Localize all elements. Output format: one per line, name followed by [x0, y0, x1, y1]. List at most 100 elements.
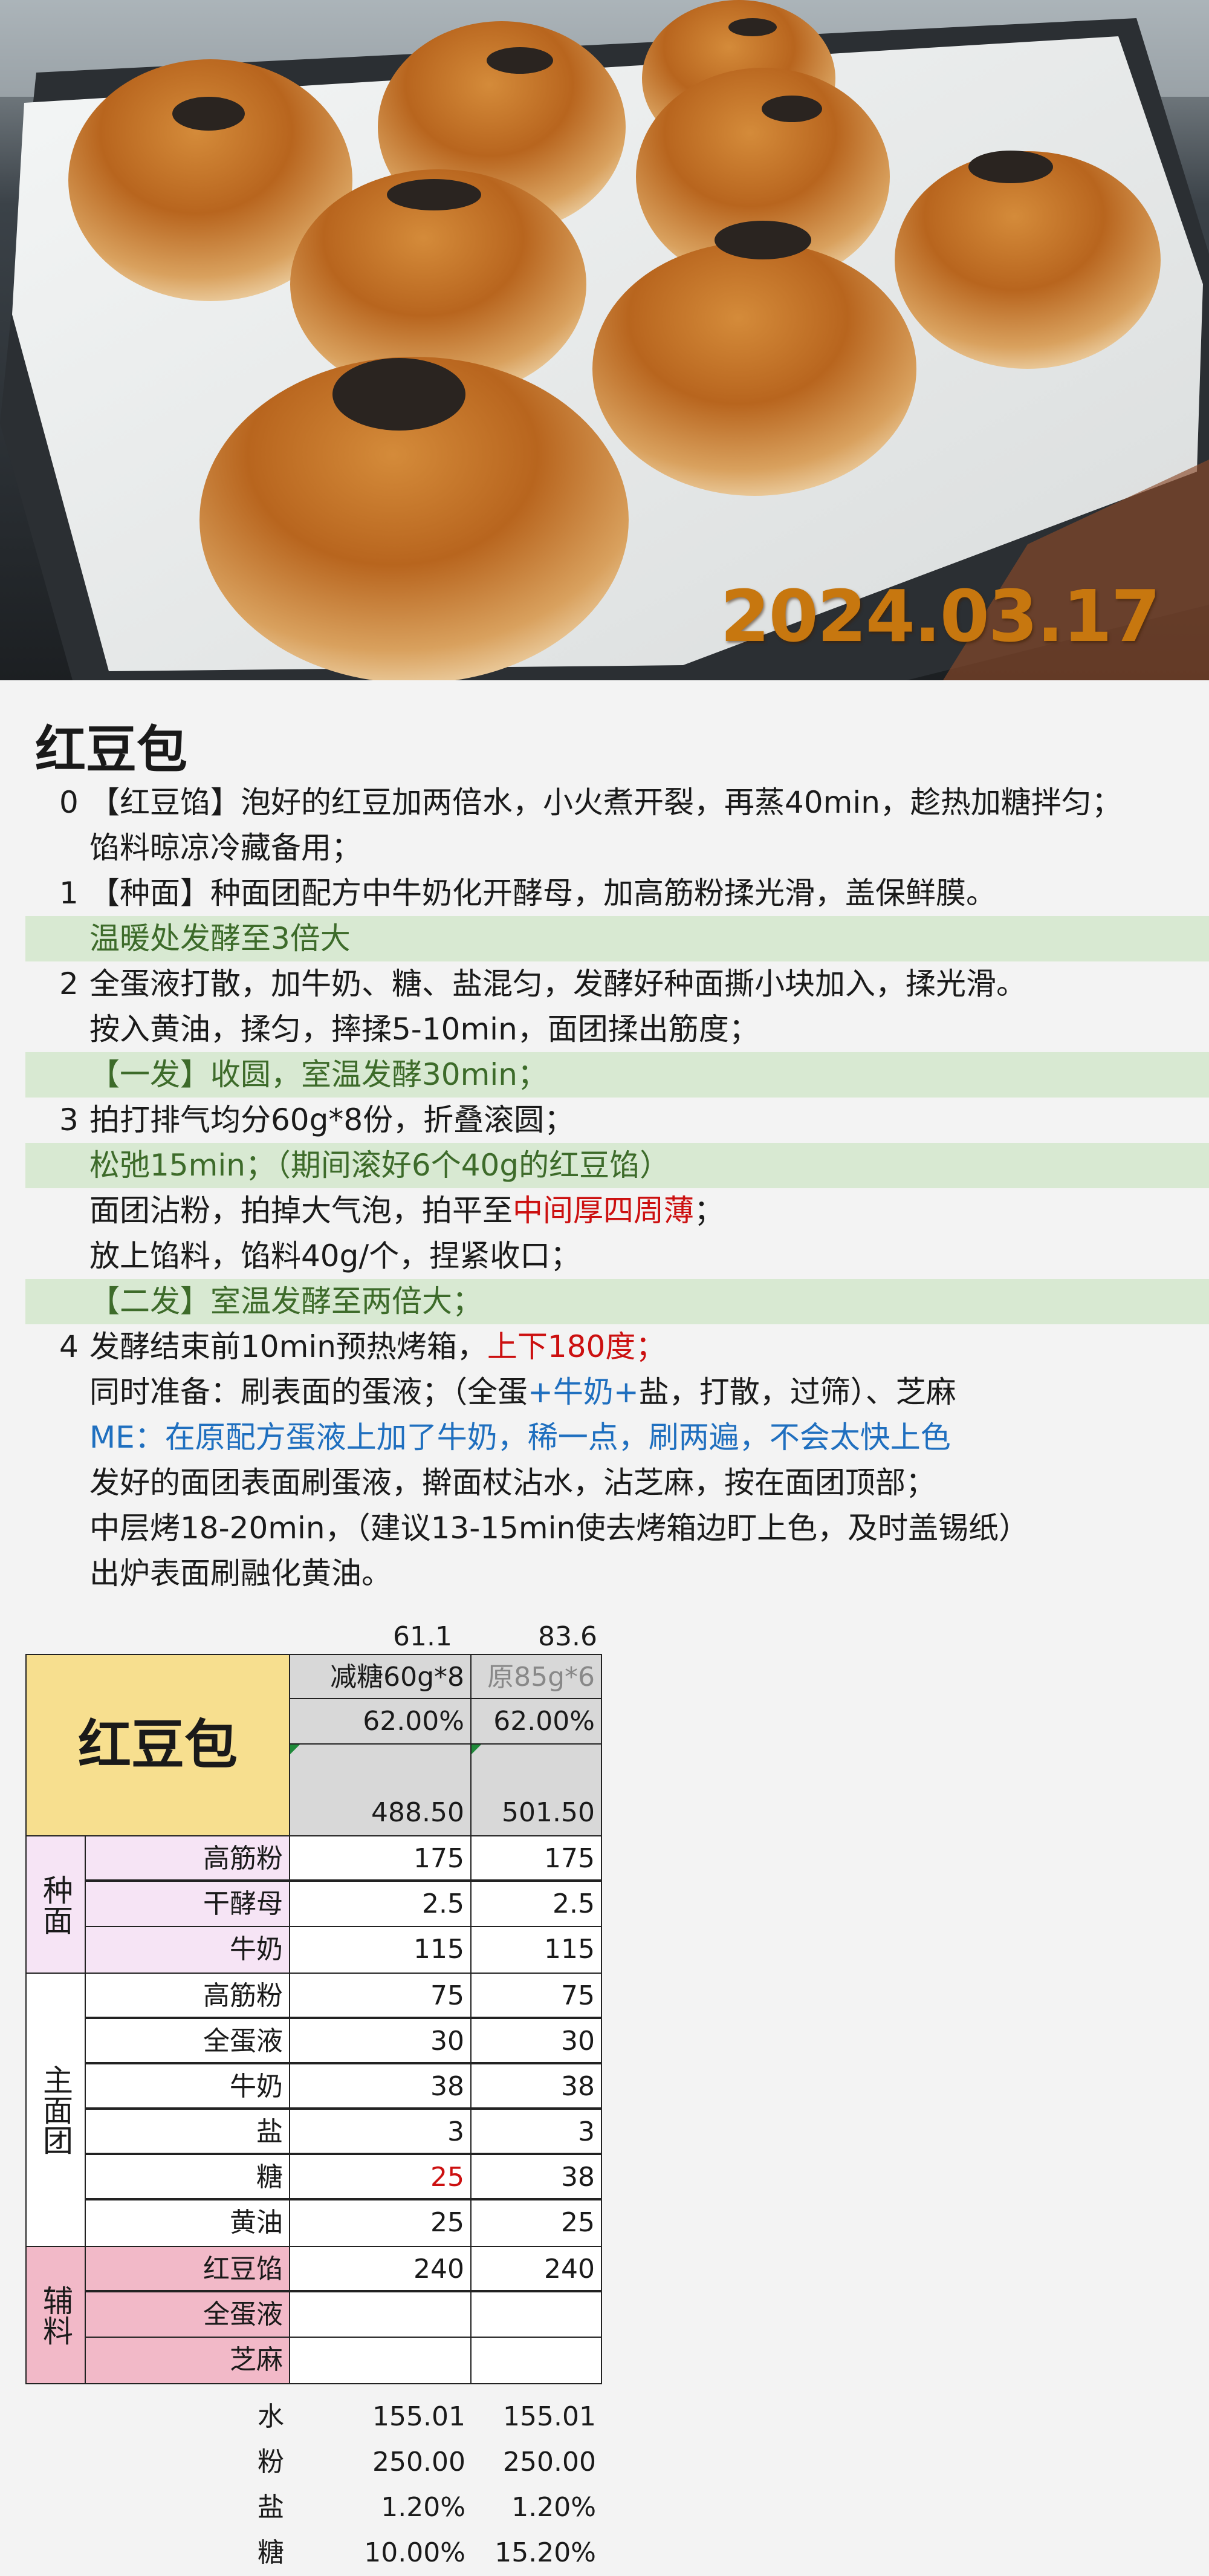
step-text: 【红豆馅】泡好的红豆加两倍水，小火煮开裂，再蒸40min，趁热加糖拌匀； — [89, 785, 1122, 820]
ingredient-value-b: 2.5 — [470, 1881, 602, 1927]
step-text: 【种面】种面团配方中牛奶化开酵母，加高筋粉揉光滑，盖保鲜膜。 — [89, 876, 996, 911]
summary-value-a: 250.00 — [372, 2447, 465, 2477]
step-number: 1 — [59, 876, 79, 911]
top-value-b: 83.6 — [538, 1621, 597, 1652]
hydration-b: 62.00% — [470, 1698, 602, 1745]
ingredient-value-b: 30 — [470, 2018, 602, 2063]
summary-name: 粉 — [258, 2447, 284, 2477]
summary-value-a: 155.01 — [372, 2401, 465, 2432]
step-text: 全蛋液打散，加牛奶、糖、盐混匀，发酵好种面撕小块加入，揉光滑。 — [89, 966, 1026, 1001]
step-text: 出炉表面刷融化黄油。 — [89, 1556, 392, 1591]
ingredient-value-a: 3 — [289, 2109, 472, 2154]
step-note: ME：在原配方蛋液上加了牛奶，稀一点，刷两遍，不会太快上色 — [89, 1420, 951, 1455]
step-line: 按入黄油，揉匀，摔揉5-10min，面团揉出筋度； — [0, 1007, 1209, 1052]
step-line: 1 【种面】种面团配方中牛奶化开酵母，加高筋粉揉光滑，盖保鲜膜。 — [0, 871, 1209, 916]
ingredient-name: 糖 — [85, 2154, 290, 2199]
step-text: 面团沾粉，拍掉大气泡，拍平至中间厚四周薄； — [89, 1193, 724, 1228]
ingredient-name: 牛奶 — [85, 2063, 290, 2109]
ingredient-value-a: 2.5 — [289, 1881, 472, 1927]
step-line-highlight: 松弛15min；（期间滚好6个40g的红豆馅） — [25, 1143, 1209, 1188]
step-line-highlight: 温暖处发酵至3倍大 — [25, 916, 1209, 961]
group-label-extras: 辅料 — [25, 2246, 86, 2384]
ingredient-value-b: 240 — [470, 2246, 602, 2291]
ingredient-value-a: 38 — [289, 2063, 472, 2109]
ingredient-name: 全蛋液 — [85, 2291, 290, 2338]
step-line: 2 全蛋液打散，加牛奶、糖、盐混匀，发酵好种面撕小块加入，揉光滑。 — [0, 961, 1209, 1007]
step-text: 【二发】室温发酵至两倍大； — [89, 1284, 482, 1319]
step-text: 温暖处发酵至3倍大 — [89, 921, 351, 956]
step-line: 同时准备：刷表面的蛋液；（全蛋+牛奶+盐，打散，过筛）、芝麻 — [0, 1370, 1209, 1415]
step-line: ME：在原配方蛋液上加了牛奶，稀一点，刷两遍，不会太快上色 — [0, 1415, 1209, 1460]
total-a: 488.50 — [289, 1743, 472, 1836]
step-line: 发好的面团表面刷蛋液，擀面杖沾水，沾芝麻，按在面团顶部； — [0, 1460, 1209, 1506]
step-number: 3 — [59, 1102, 79, 1137]
step-text: 拍打排气均分60g*8份，折叠滚圆； — [89, 1102, 575, 1137]
step-line: 0 【红豆馅】泡好的红豆加两倍水，小火煮开裂，再蒸40min，趁热加糖拌匀； — [0, 780, 1209, 825]
step-line: 放上馅料，馅料40g/个，捏紧收口； — [0, 1234, 1209, 1279]
ingredient-name: 黄油 — [85, 2199, 290, 2247]
ingredient-name: 盐 — [85, 2109, 290, 2154]
step-text: 中层烤18-20min，（建议13-15min使去烤箱边盯上色，及时盖锡纸） — [89, 1511, 1029, 1546]
summary-value-b: 155.01 — [503, 2401, 596, 2432]
cell-marker — [290, 1745, 300, 1754]
step-number: 0 — [59, 785, 79, 820]
col-header-b: 原85g*6 — [470, 1654, 602, 1699]
ingredient-name: 红豆馅 — [85, 2246, 290, 2291]
step-text: 发好的面团表面刷蛋液，擀面杖沾水，沾芝麻，按在面团顶部； — [89, 1465, 936, 1500]
ingredient-value-b — [470, 2291, 602, 2338]
step-line: 中层烤18-20min，（建议13-15min使去烤箱边盯上色，及时盖锡纸） — [0, 1506, 1209, 1551]
emphasis-text: +牛奶+ — [528, 1374, 639, 1410]
ingredient-value-b — [470, 2337, 602, 2384]
summary-value-a: 10.00% — [364, 2537, 465, 2568]
ingredient-name: 全蛋液 — [85, 2018, 290, 2063]
summary-name: 水 — [258, 2401, 284, 2432]
cell-marker — [472, 1745, 481, 1754]
step-text: 【一发】收圆，室温发酵30min； — [89, 1057, 548, 1092]
ingredient-name: 高筋粉 — [85, 1835, 290, 1881]
col-header-a: 减糖60g*8 — [289, 1654, 472, 1699]
emphasis-text: 上下180度； — [487, 1329, 666, 1364]
top-value-a: 61.1 — [393, 1621, 452, 1652]
ingredient-value-a: 175 — [289, 1835, 472, 1881]
step-line: 面团沾粉，拍掉大气泡，拍平至中间厚四周薄； — [0, 1188, 1209, 1234]
ingredient-name: 干酵母 — [85, 1881, 290, 1927]
step-line: 3 拍打排气均分60g*8份，折叠滚圆； — [0, 1098, 1209, 1143]
step-line: 出炉表面刷融化黄油。 — [0, 1551, 1209, 1596]
step-line: 4 发酵结束前10min预热烤箱，上下180度； — [0, 1324, 1209, 1370]
ingredient-value-b: 38 — [470, 2154, 602, 2199]
ingredient-name: 芝麻 — [85, 2337, 290, 2384]
ingredient-value-a: 240 — [289, 2246, 472, 2291]
ingredient-value-a: 25 — [289, 2199, 472, 2247]
ingredient-value-a: 30 — [289, 2018, 472, 2063]
ingredient-value-b: 175 — [470, 1835, 602, 1881]
date-stamp: 2024.03.17 — [720, 574, 1161, 658]
ingredient-value-a: 25 — [289, 2154, 472, 2199]
recipe-steps: 0 【红豆馅】泡好的红豆加两倍水，小火煮开裂，再蒸40min，趁热加糖拌匀； 馅… — [0, 780, 1209, 1596]
total-b: 501.50 — [470, 1743, 602, 1836]
ingredient-value-a — [289, 2337, 472, 2384]
step-line: 馅料晾凉冷藏备用； — [0, 825, 1209, 871]
ingredient-value-b: 115 — [470, 1926, 602, 1974]
ingredient-value-a: 115 — [289, 1926, 472, 1974]
group-label-main-dough: 主面团 — [25, 1973, 86, 2247]
ingredient-name: 高筋粉 — [85, 1973, 290, 2018]
ingredient-value-b: 75 — [470, 1973, 602, 2018]
ingredient-value-a — [289, 2291, 472, 2338]
step-text: 同时准备：刷表面的蛋液；（全蛋+牛奶+盐，打散，过筛）、芝麻 — [89, 1374, 956, 1410]
emphasis-text: 中间厚四周薄 — [513, 1193, 694, 1228]
summary-name: 糖 — [258, 2537, 284, 2568]
hydration-a: 62.00% — [289, 1698, 472, 1745]
step-line-highlight: 【一发】收圆，室温发酵30min； — [25, 1052, 1209, 1098]
group-label-starter: 种面 — [25, 1835, 86, 1974]
summary-value-b: 15.20% — [494, 2537, 596, 2568]
ingredient-value-b: 25 — [470, 2199, 602, 2247]
ingredient-value-a: 75 — [289, 1973, 472, 2018]
bun-photo: 2024.03.17 — [0, 0, 1209, 680]
sheet-title: 红豆包 — [25, 1654, 290, 1836]
recipe-title: 红豆包 — [35, 720, 188, 779]
ingredient-value-b: 38 — [470, 2063, 602, 2109]
step-number: 2 — [59, 966, 79, 1001]
step-text: 放上馅料，馅料40g/个，捏紧收口； — [89, 1238, 581, 1273]
ingredient-name: 牛奶 — [85, 1926, 290, 1974]
step-text: 松弛15min；（期间滚好6个40g的红豆馅） — [89, 1148, 670, 1183]
